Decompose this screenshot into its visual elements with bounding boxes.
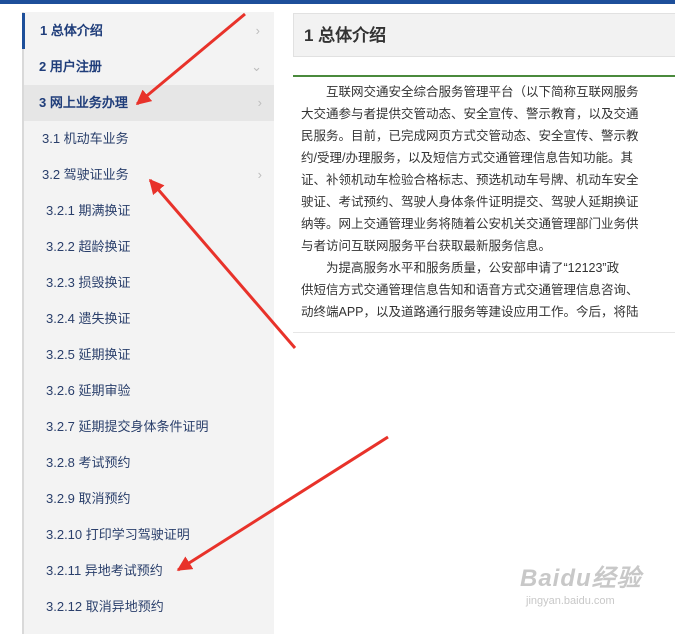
- sidebar-item-label: 3.2.5 延期换证: [46, 347, 131, 362]
- text-line: 民服务。目前，已完成网页方式交管动态、安全宣传、警示教: [301, 129, 639, 143]
- text-line: 动终端APP，以及道路通行服务等建设应用工作。今后，将陆: [301, 305, 639, 319]
- sidebar-item-vehicle[interactable]: 3.1 机动车业务: [24, 121, 274, 157]
- sidebar-item-delay-review[interactable]: 3.2.6 延期审验: [24, 373, 274, 409]
- sidebar-item-label: 3.2.4 遗失换证: [46, 311, 131, 326]
- sidebar-item-register[interactable]: 2 用户注册 ⌄: [24, 49, 274, 85]
- sidebar-item-label: 3.2.7 延期提交身体条件证明: [46, 419, 209, 434]
- text-line: 互联网交通安全综合服务管理平台（以下简称互联网服务: [301, 85, 639, 99]
- sidebar-item-damage-renew[interactable]: 3.2.3 损毁换证: [24, 265, 274, 301]
- text-line: 与者访问互联网服务平台获取最新服务信息。: [301, 239, 552, 253]
- chevron-right-icon: ›: [257, 95, 262, 110]
- text-line: 大交通参与者提供交管动态、安全宣传、警示教育，以及交通: [301, 107, 639, 121]
- sidebar-item-online-business[interactable]: 3 网上业务办理 ›: [24, 85, 274, 121]
- text-line: 纳等。网上交通管理业务将随着公安机关交通管理部门业务供: [301, 217, 639, 231]
- sidebar-item-delay-renew[interactable]: 3.2.5 延期换证: [24, 337, 274, 373]
- sidebar-item-label: 3.2.6 延期审验: [46, 383, 131, 398]
- sidebar-item-age-renew[interactable]: 3.2.2 超龄换证: [24, 229, 274, 265]
- chevron-right-icon: ›: [255, 23, 260, 38]
- sidebar-item-remote-exam-booking[interactable]: 3.2.11 异地考试预约: [24, 553, 274, 589]
- sidebar-item-overview[interactable]: 1 总体介绍 ›: [22, 13, 272, 49]
- chevron-right-icon: ›: [257, 167, 262, 182]
- sidebar-item-label: 3.2.1 期满换证: [46, 203, 131, 218]
- text-line: 证、补领机动车检验合格标志、预选机动车号牌、机动车安全: [301, 173, 639, 187]
- top-accent-bar: [0, 0, 675, 4]
- watermark-url: jingyan.baidu.com: [526, 595, 615, 607]
- page-title: 1 总体介绍: [304, 26, 387, 45]
- text-line: 约/受理/办理服务，以及短信方式交通管理信息告知功能。其: [301, 151, 633, 165]
- main-header: 1 总体介绍: [293, 13, 675, 57]
- sidebar-item-label: 3.2.10 打印学习驾驶证明: [46, 527, 190, 542]
- sidebar-item-label: 3 网上业务办理: [39, 95, 128, 110]
- sidebar-item-cancel-booking[interactable]: 3.2.9 取消预约: [24, 481, 274, 517]
- sidebar-item-print-learner-proof[interactable]: 3.2.10 打印学习驾驶证明: [24, 517, 274, 553]
- sidebar-nav: 1 总体介绍 › 2 用户注册 ⌄ 3 网上业务办理 › 3.1 机动车业务 3.2 …: [22, 12, 274, 634]
- sidebar-item-label: 3.2.11 异地考试预约: [46, 563, 163, 578]
- text-line: 为提高服务水平和服务质量，公安部申请了“12123”政: [301, 261, 620, 275]
- sidebar-item-label: 3.2.9 取消预约: [46, 491, 131, 506]
- sidebar-item-label: 3.2 驾驶证业务: [42, 167, 129, 182]
- intro-paragraph: 互联网交通安全综合服务管理平台（以下简称互联网服务 大交通参与者提供交管动态、安…: [293, 77, 675, 323]
- sidebar-item-exam-booking[interactable]: 3.2.8 考试预约: [24, 445, 274, 481]
- sidebar-item-label: 3.1 机动车业务: [42, 131, 129, 146]
- sidebar-item-cancel-remote-booking[interactable]: 3.2.12 取消异地预约: [24, 589, 274, 625]
- sidebar-item-label: 3.2.12 取消异地预约: [46, 599, 164, 614]
- content-body: 互联网交通安全综合服务管理平台（以下简称互联网服务 大交通参与者提供交管动态、安…: [293, 75, 675, 333]
- sidebar-item-label: 3.2.3 损毁换证: [46, 275, 131, 290]
- sidebar-item-label: 2 用户注册: [39, 59, 102, 74]
- sidebar-item-license[interactable]: 3.2 驾驶证业务 ›: [24, 157, 274, 193]
- sidebar-item-lost-renew[interactable]: 3.2.4 遗失换证: [24, 301, 274, 337]
- sidebar-item-expire-renew[interactable]: 3.2.1 期满换证: [24, 193, 274, 229]
- text-line: 供短信方式交通管理信息告知和语音方式交通管理信息咨询、: [301, 283, 639, 297]
- sidebar-item-label: 3.2.8 考试预约: [46, 455, 131, 470]
- sidebar-item-label: 1 总体介绍: [40, 23, 103, 38]
- chevron-down-icon: ⌄: [251, 59, 262, 74]
- sidebar-item-delay-health-proof[interactable]: 3.2.7 延期提交身体条件证明: [24, 409, 274, 445]
- text-line: 驶证、考试预约、驾驶人身体条件证明提交、驾驶人延期换证: [301, 195, 639, 209]
- sidebar-item-label: 3.2.2 超龄换证: [46, 239, 131, 254]
- watermark-brand: Baidu经验: [520, 565, 642, 592]
- watermark-logo: Baidu经验 jingyan.baidu.com: [520, 558, 670, 628]
